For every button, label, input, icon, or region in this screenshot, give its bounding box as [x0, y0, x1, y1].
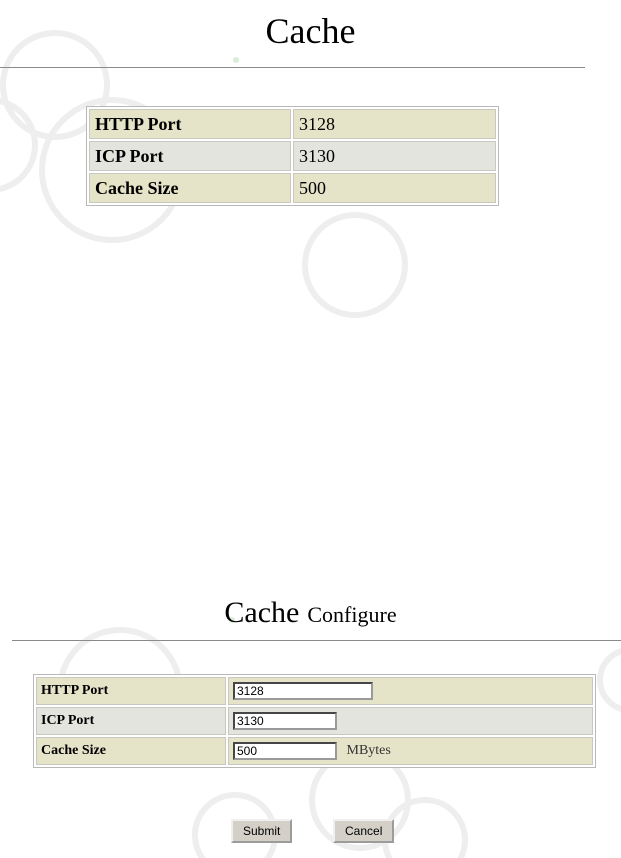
- configure-title-main: Cache: [224, 596, 300, 629]
- cache-size-unit: MBytes: [346, 743, 391, 758]
- table-row: HTTP Port: [36, 677, 593, 705]
- icp-port-label: ICP Port: [89, 141, 291, 171]
- http-port-field-label: HTTP Port: [36, 677, 226, 705]
- icp-port-value: 3130: [293, 141, 496, 171]
- table-row: Cache Size 500: [89, 173, 496, 203]
- icp-port-input[interactable]: [233, 712, 337, 730]
- table-row: ICP Port: [36, 707, 593, 735]
- cache-info-table: HTTP Port 3128 ICP Port 3130 Cache Size …: [86, 106, 499, 206]
- configure-divider: [12, 640, 621, 641]
- http-port-label: HTTP Port: [89, 109, 291, 139]
- cache-size-input[interactable]: [233, 742, 337, 760]
- cache-size-field-label: Cache Size: [36, 737, 226, 765]
- table-row: HTTP Port 3128: [89, 109, 496, 139]
- table-row: Cache Size MBytes: [36, 737, 593, 765]
- cache-size-label: Cache Size: [89, 173, 291, 203]
- table-row: ICP Port 3130: [89, 141, 496, 171]
- cancel-button[interactable]: Cancel: [333, 819, 395, 843]
- configure-title-sub: Configure: [307, 602, 397, 627]
- icp-port-field-label: ICP Port: [36, 707, 226, 735]
- cache-size-value: 500: [293, 173, 496, 203]
- configure-title: Cache Configure: [0, 596, 621, 630]
- page-title: Cache: [265, 11, 356, 51]
- http-port-value: 3128: [293, 109, 496, 139]
- cache-configure-form: HTTP Port ICP Port Cache Size MBytes: [33, 674, 596, 768]
- http-port-input[interactable]: [233, 682, 373, 700]
- submit-button[interactable]: Submit: [231, 819, 293, 843]
- title-divider: [0, 67, 585, 68]
